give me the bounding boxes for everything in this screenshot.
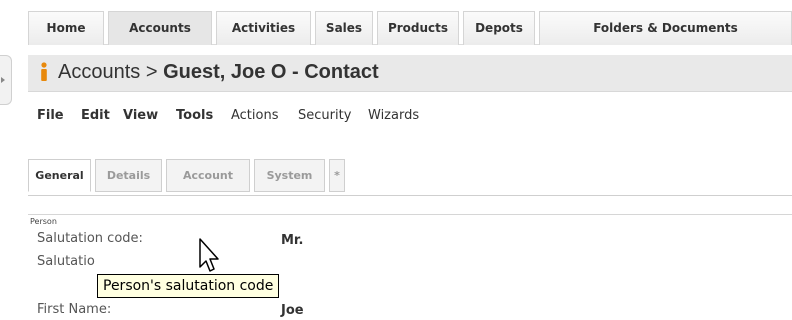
menu-actions[interactable]: Actions	[231, 108, 279, 123]
salutation-label: Salutatio	[37, 254, 95, 269]
panel-toggle-handle[interactable]	[0, 55, 12, 105]
section-person-header: Person	[28, 214, 792, 228]
salutation-code-label: Salutation code:	[37, 231, 143, 246]
menu-view[interactable]: View	[123, 108, 158, 123]
menu-file[interactable]: File	[37, 108, 64, 123]
menu-security[interactable]: Security	[298, 108, 351, 123]
menu-edit[interactable]: Edit	[81, 108, 110, 123]
record-subtabs: General Details Account System *	[28, 159, 792, 196]
chevron-right-icon	[1, 77, 5, 83]
tab-activities[interactable]: Activities	[216, 11, 311, 45]
first-name-label: First Name:	[37, 302, 112, 317]
menu-wizards[interactable]: Wizards	[368, 108, 419, 123]
salutation-code-value[interactable]: Mr.	[281, 233, 303, 248]
tab-details[interactable]: Details	[95, 159, 162, 192]
breadcrumb-prefix: Accounts >	[58, 61, 164, 83]
record-name: Guest, Joe O - Contact	[163, 61, 379, 83]
tab-more[interactable]: *	[329, 159, 345, 192]
tab-accounts[interactable]: Accounts	[108, 11, 212, 45]
tab-system[interactable]: System	[254, 159, 325, 192]
tab-general[interactable]: General	[28, 159, 91, 192]
menu-tools[interactable]: Tools	[176, 108, 213, 123]
tooltip: Person's salutation code	[97, 274, 280, 298]
tab-account[interactable]: Account	[166, 159, 250, 192]
tab-sales[interactable]: Sales	[315, 11, 373, 45]
first-name-value[interactable]: Joe	[281, 303, 304, 318]
tab-home[interactable]: Home	[28, 11, 104, 45]
record-title-bar: Accounts > Guest, Joe O - Contact	[28, 55, 792, 92]
mouse-cursor-icon	[199, 238, 219, 272]
top-navigation: Home Accounts Activities Sales Products …	[28, 11, 792, 45]
tab-folders-documents[interactable]: Folders & Documents	[539, 11, 792, 45]
person-icon	[41, 62, 47, 81]
page-title: Accounts > Guest, Joe O - Contact	[58, 61, 379, 84]
tab-products[interactable]: Products	[377, 11, 459, 45]
tab-depots[interactable]: Depots	[463, 11, 535, 45]
